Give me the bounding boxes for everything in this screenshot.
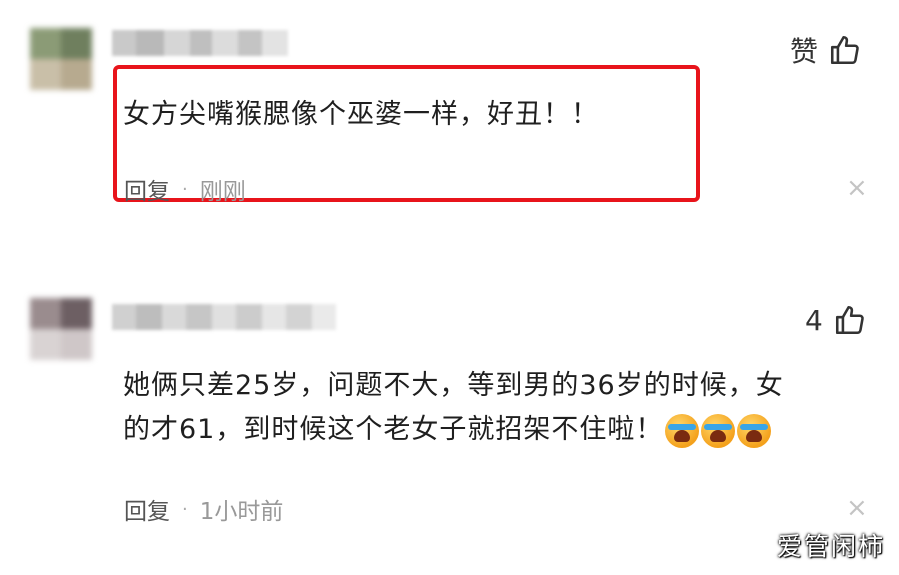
like-button[interactable]: 4 [805,303,867,337]
comment-meta: 回复 · 刚刚 [124,172,246,206]
reply-button[interactable]: 回复 [124,492,170,526]
crying-emoji-icon [701,413,736,448]
close-icon[interactable]: × [846,495,868,521]
like-button[interactable]: 赞 [790,30,862,70]
watermark: 爱管闲柿 [776,532,885,561]
meta-separator: · [182,498,188,520]
comment-meta: 回复 · 1小时前 [124,492,283,526]
like-label: 赞 [790,35,819,68]
comment-text: 她俩只差25岁，问题不大，等到男的36岁的时候，女 的才61，到时候这个老女子就… [123,364,784,452]
close-icon[interactable]: × [846,175,868,201]
username-blurred[interactable] [112,30,288,56]
timestamp: 刚刚 [199,179,246,205]
comment-text-line-1: 她俩只差25岁，问题不大，等到男的36岁的时候，女 [123,370,784,401]
username-blurred[interactable] [112,304,336,330]
thumbs-up-icon [828,33,862,67]
meta-separator: · [182,178,188,200]
comment-text-line-2: 的才61，到时候这个老女子就招架不住啦！ [123,408,784,452]
timestamp: 1小时前 [199,499,284,525]
avatar[interactable] [30,28,92,90]
crying-emoji-icon [665,413,700,448]
avatar[interactable] [30,298,92,360]
comment-text: 女方尖嘴猴腮像个巫婆一样，好丑！！ [123,99,599,130]
like-count: 4 [805,303,823,337]
crying-emoji-icon [737,413,772,448]
thumbs-up-icon [833,303,867,337]
reply-button[interactable]: 回复 [124,172,170,206]
